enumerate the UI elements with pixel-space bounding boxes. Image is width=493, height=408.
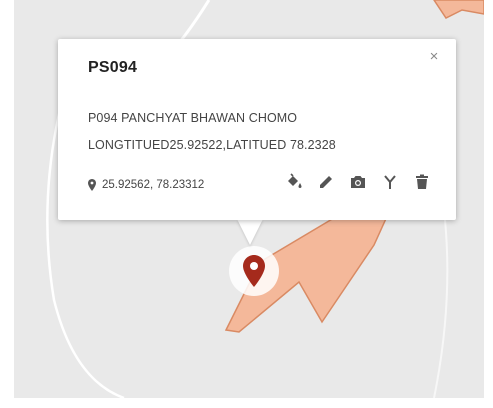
coordinates-text: 25.92562, 78.23312	[102, 179, 205, 191]
delete-trash-icon[interactable]	[412, 172, 432, 192]
popup-title: PS094	[88, 59, 138, 76]
close-icon[interactable]: ×	[426, 49, 442, 65]
fill-color-icon[interactable]	[284, 172, 304, 192]
popup-toolbar	[284, 172, 432, 192]
map-marker[interactable]	[229, 246, 279, 296]
split-icon[interactable]	[380, 172, 400, 192]
popup-tail	[237, 219, 263, 245]
map-marker-icon	[243, 255, 265, 287]
coordinates-row: 25.92562, 78.23312	[88, 179, 204, 191]
road	[433, 209, 449, 398]
screenshot-frame: PS094 × P094 PANCHYAT BHAWAN CHOMO LONGT…	[0, 0, 493, 408]
edit-pencil-icon[interactable]	[316, 172, 336, 192]
location-pin-icon	[88, 179, 96, 191]
popup-description-line2: LONGTITUED25.92522,LATITUED 78.2328	[88, 138, 336, 152]
camera-icon[interactable]	[348, 172, 368, 192]
info-popup: PS094 × P094 PANCHYAT BHAWAN CHOMO LONGT…	[58, 39, 456, 220]
land-parcel-polygon[interactable]	[433, 0, 484, 19]
popup-description-line1: P094 PANCHYAT BHAWAN CHOMO	[88, 111, 298, 125]
